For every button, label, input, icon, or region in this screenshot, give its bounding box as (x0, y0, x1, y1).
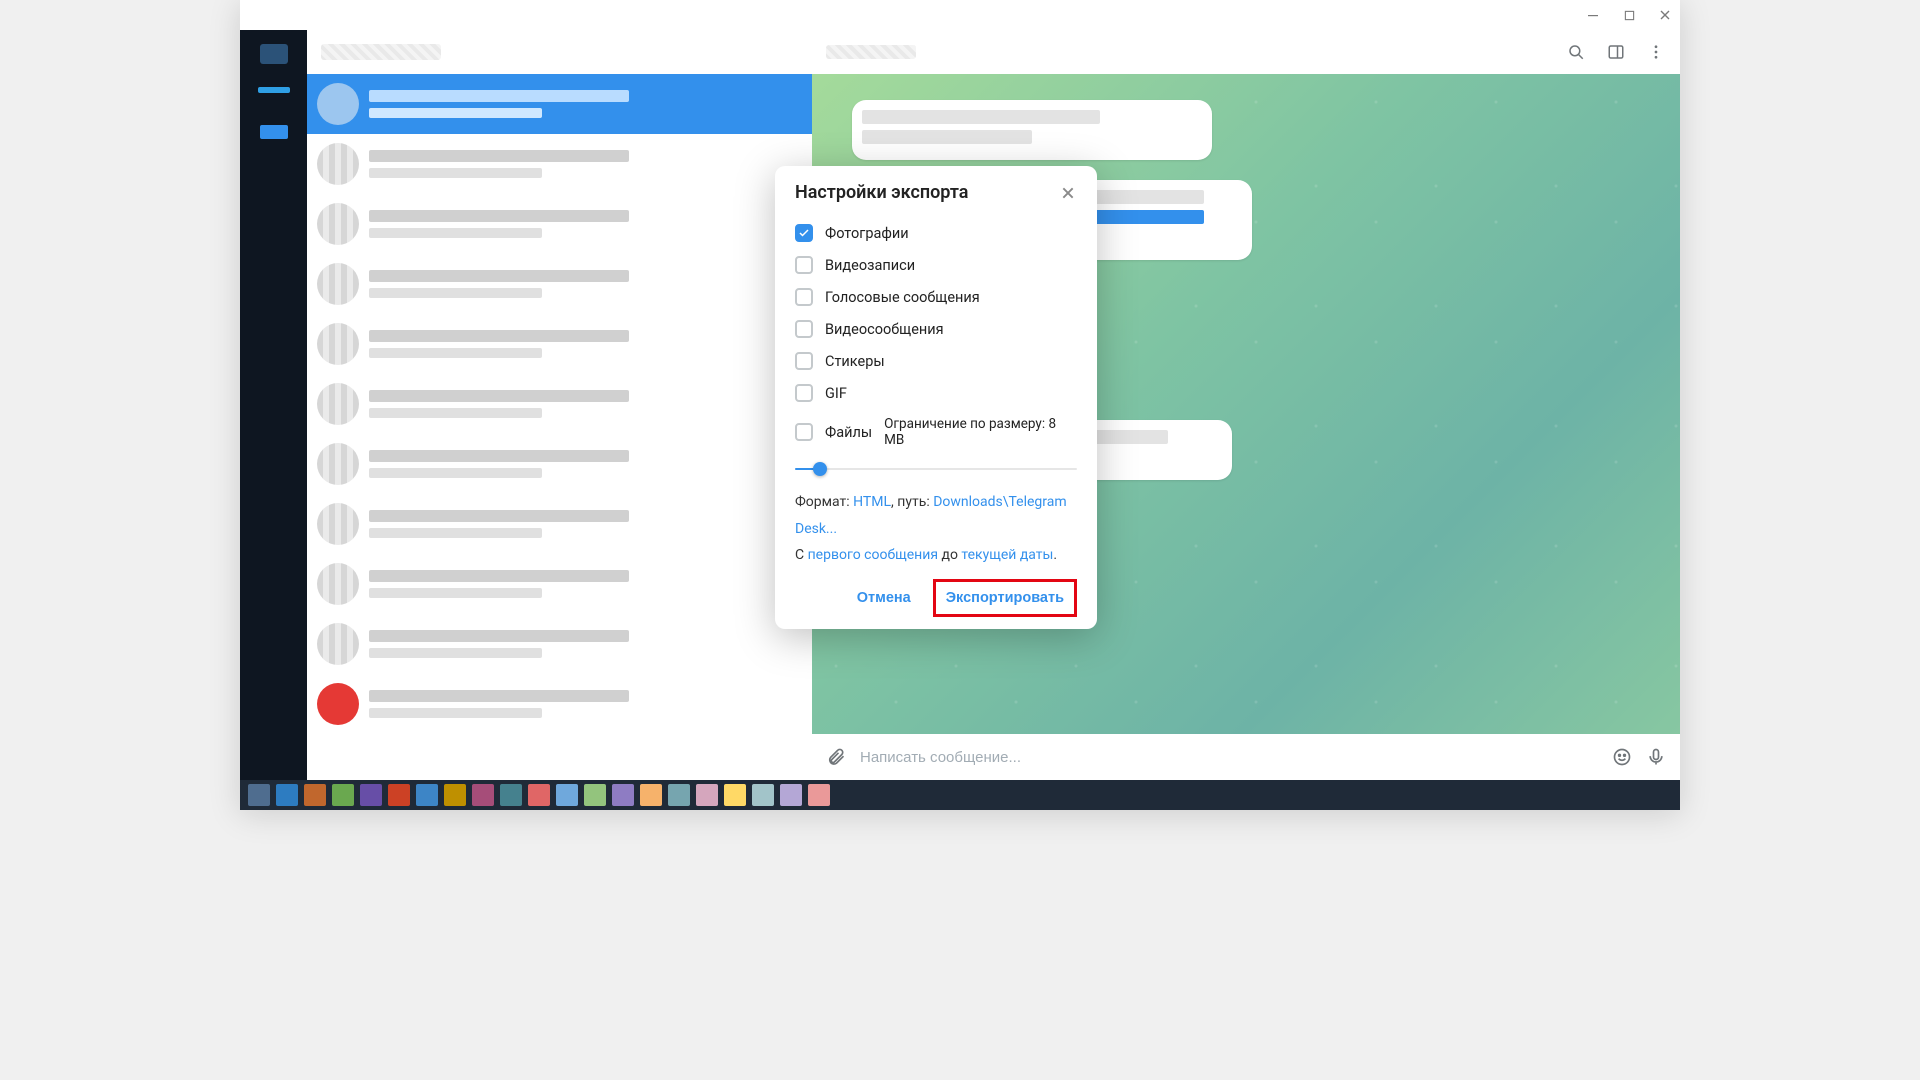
option-voice[interactable]: Голосовые сообщения (795, 281, 1077, 313)
chat-list-item[interactable] (307, 374, 812, 434)
size-limit-label: Ограничение по размеру: 8 MB (884, 416, 1077, 448)
checkbox-files[interactable] (795, 423, 813, 441)
window-minimize-button[interactable] (1586, 8, 1600, 22)
window-maximize-button[interactable] (1622, 8, 1636, 22)
chat-title-placeholder (826, 45, 916, 59)
os-taskbar (240, 780, 1680, 810)
chat-list-item-selected[interactable] (307, 74, 812, 134)
size-limit-slider[interactable] (795, 459, 1077, 479)
chat-list-item[interactable] (307, 194, 812, 254)
chat-list-item[interactable] (307, 674, 812, 734)
checkbox-video-messages[interactable] (795, 320, 813, 338)
option-label: Фотографии (825, 225, 909, 242)
checkbox-videos[interactable] (795, 256, 813, 274)
export-button[interactable]: Экспортировать (933, 579, 1077, 617)
attach-icon[interactable] (826, 747, 846, 767)
format-link[interactable]: HTML (853, 494, 891, 510)
chat-list-panel (307, 30, 812, 780)
chat-list-item[interactable] (307, 554, 812, 614)
checkbox-photos[interactable] (795, 224, 813, 242)
dialog-title: Настройки экспорта (795, 182, 968, 203)
app-window: Настройки экспорта Фотографии Видеозапис… (240, 0, 1680, 810)
chat-list-item[interactable] (307, 614, 812, 674)
folder-sidebar (240, 30, 307, 780)
option-label: Голосовые сообщения (825, 289, 980, 306)
search-icon[interactable] (1566, 42, 1586, 62)
message-bubble (852, 100, 1212, 160)
chat-list-header (307, 30, 812, 74)
sidebar-item[interactable] (240, 72, 307, 108)
checkbox-stickers[interactable] (795, 352, 813, 370)
dialog-close-button[interactable] (1059, 184, 1077, 202)
sidebar-item-active[interactable] (240, 114, 307, 150)
window-close-button[interactable] (1658, 8, 1672, 22)
cancel-button[interactable]: Отмена (845, 582, 923, 614)
message-composer (812, 734, 1680, 780)
option-label: Стикеры (825, 353, 885, 370)
range-to-link[interactable]: текущей даты (961, 547, 1053, 563)
more-icon[interactable] (1646, 42, 1666, 62)
chat-list-item[interactable] (307, 494, 812, 554)
date-range-line: С первого сообщения до текущей даты. (795, 542, 1077, 569)
option-gif[interactable]: GIF (795, 377, 1077, 409)
option-label: Видеозаписи (825, 257, 915, 274)
option-videos[interactable]: Видеозаписи (795, 249, 1077, 281)
checkbox-gif[interactable] (795, 384, 813, 402)
window-titlebar (240, 0, 1680, 30)
chat-list-item[interactable] (307, 254, 812, 314)
chat-list-item[interactable] (307, 434, 812, 494)
option-photos[interactable]: Фотографии (795, 217, 1077, 249)
option-label: Файлы (825, 424, 872, 441)
chat-list-item[interactable] (307, 314, 812, 374)
message-input[interactable] (860, 749, 1598, 766)
option-video-messages[interactable]: Видеосообщения (795, 313, 1077, 345)
option-label: GIF (825, 385, 847, 402)
option-stickers[interactable]: Стикеры (795, 345, 1077, 377)
export-settings-dialog: Настройки экспорта Фотографии Видеозапис… (775, 166, 1097, 629)
slider-handle[interactable] (813, 462, 827, 476)
chat-list-title-placeholder (321, 44, 441, 60)
format-path-line: Формат: HTML, путь: Downloads\Telegram D… (795, 489, 1077, 542)
checkbox-voice[interactable] (795, 288, 813, 306)
range-from-link[interactable]: первого сообщения (808, 547, 938, 563)
chat-header (812, 30, 1680, 74)
voice-icon[interactable] (1646, 747, 1666, 767)
option-label: Видеосообщения (825, 321, 944, 338)
chat-list-item[interactable] (307, 134, 812, 194)
option-files[interactable]: Файлы Ограничение по размеру: 8 MB (795, 409, 1077, 455)
sidebar-item[interactable] (240, 36, 307, 72)
emoji-icon[interactable] (1612, 747, 1632, 767)
sidepanel-icon[interactable] (1606, 42, 1626, 62)
